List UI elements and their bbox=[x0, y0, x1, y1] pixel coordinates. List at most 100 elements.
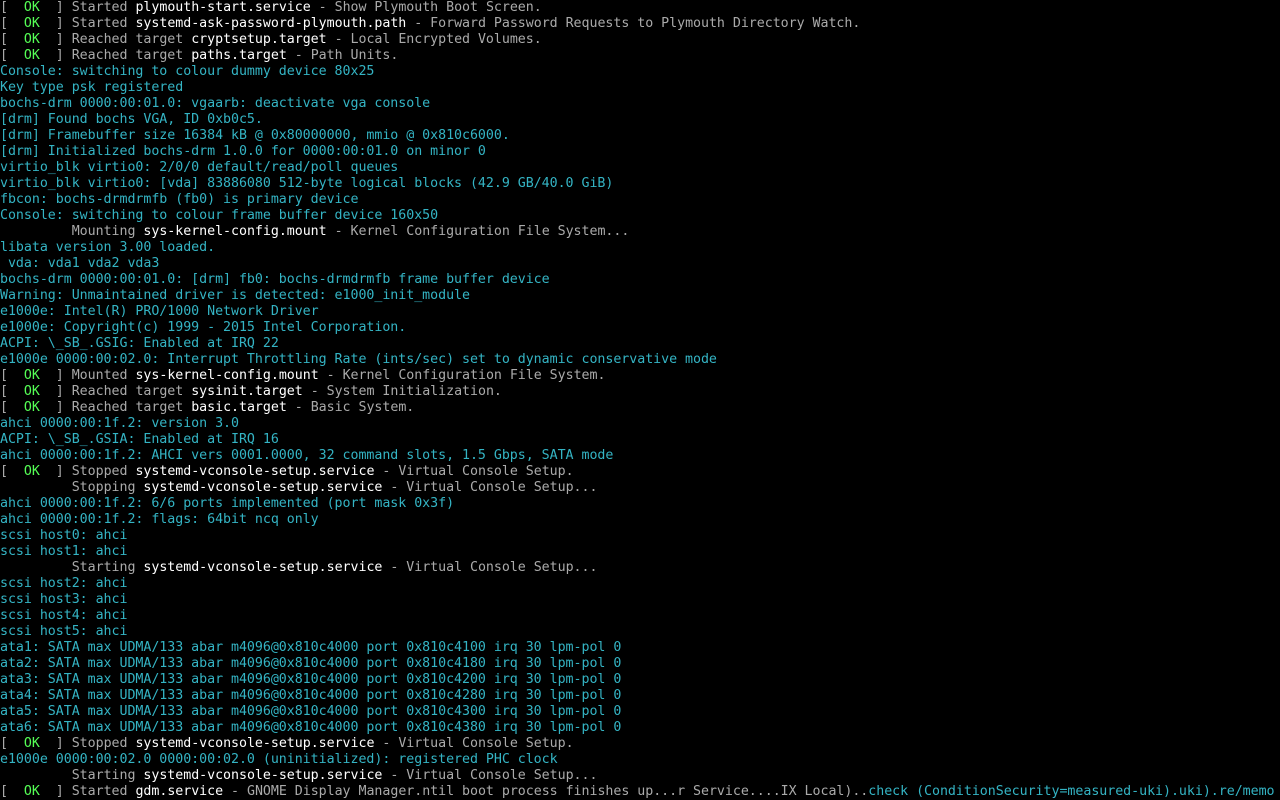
console-line: ahci 0000:00:1f.2: version 3.0 bbox=[0, 416, 1280, 432]
kernel-message: scsi host2: ahci bbox=[0, 576, 128, 591]
kernel-message: libata version 3.00 loaded. bbox=[0, 240, 216, 255]
unit-name: systemd-vconsole-setup.service bbox=[143, 480, 383, 495]
status-bracket-open: [ bbox=[0, 784, 24, 799]
console-line: Console: switching to colour frame buffe… bbox=[0, 208, 1280, 224]
console-line: [ OK ] Started gdm.service - GNOME Displ… bbox=[0, 784, 1280, 800]
console-line: [ OK ] Reached target basic.target - Bas… bbox=[0, 400, 1280, 416]
status-bracket-close: ] bbox=[39, 464, 72, 479]
unit-name: systemd-vconsole-setup.service bbox=[143, 768, 383, 783]
status-bracket-open: [ bbox=[0, 464, 24, 479]
status-ok: OK bbox=[23, 368, 40, 383]
kernel-message: virtio_blk virtio0: [vda] 83886080 512-b… bbox=[0, 176, 614, 191]
status-ok: OK bbox=[23, 384, 40, 399]
kernel-message: scsi host5: ahci bbox=[0, 624, 128, 639]
kernel-message: vda: vda1 vda2 vda3 bbox=[0, 256, 160, 271]
kernel-message: ACPI: \_SB_.GSIA: Enabled at IRQ 16 bbox=[0, 432, 279, 447]
kernel-message: Warning: Unmaintained driver is detected… bbox=[0, 288, 470, 303]
status-bracket-open: [ bbox=[0, 368, 24, 383]
console-line: vda: vda1 vda2 vda3 bbox=[0, 256, 1280, 272]
unit-description: - Basic System. bbox=[286, 400, 415, 415]
status-bracket-close: ] bbox=[39, 16, 72, 31]
unit-description: - Virtual Console Setup. bbox=[374, 464, 574, 479]
console-line: ahci 0000:00:1f.2: flags: 64bit ncq only bbox=[0, 512, 1280, 528]
console-line: scsi host0: ahci bbox=[0, 528, 1280, 544]
unit-name: plymouth-start.service bbox=[135, 0, 311, 15]
action-indent bbox=[0, 560, 72, 575]
status-bracket-open: [ bbox=[0, 16, 24, 31]
unit-name: systemd-vconsole-setup.service bbox=[135, 736, 375, 751]
overflow-text: check (ConditionSecurity=measured-uki).u… bbox=[868, 784, 1275, 799]
kernel-message: [drm] Framebuffer size 16384 kB @ 0x8000… bbox=[0, 128, 510, 143]
kernel-message: ahci 0000:00:1f.2: version 3.0 bbox=[0, 416, 239, 431]
unit-description: - Forward Password Requests to Plymouth … bbox=[406, 16, 861, 31]
kernel-message: ahci 0000:00:1f.2: flags: 64bit ncq only bbox=[0, 512, 319, 527]
unit-description: - Kernel Configuration File System... bbox=[326, 224, 630, 239]
unit-name: cryptsetup.target bbox=[191, 32, 327, 47]
console-line: ata3: SATA max UDMA/133 abar m4096@0x810… bbox=[0, 672, 1280, 688]
kernel-message: ata6: SATA max UDMA/133 abar m4096@0x810… bbox=[0, 720, 622, 735]
console-line: Stopping systemd-vconsole-setup.service … bbox=[0, 480, 1280, 496]
kernel-message: bochs-drm 0000:00:01.0: vgaarb: deactiva… bbox=[0, 96, 431, 111]
action-indent bbox=[0, 480, 72, 495]
action-verb: Starting bbox=[71, 560, 144, 575]
unit-description: - Virtual Console Setup. bbox=[374, 736, 574, 751]
console-line: fbcon: bochs-drmdrmfb (fb0) is primary d… bbox=[0, 192, 1280, 208]
console-line: bochs-drm 0000:00:01.0: vgaarb: deactiva… bbox=[0, 96, 1280, 112]
unit-name: gdm.service bbox=[135, 784, 224, 799]
kernel-message: scsi host0: ahci bbox=[0, 528, 128, 543]
kernel-message: [drm] Found bochs VGA, ID 0xb0c5. bbox=[0, 112, 263, 127]
console-line: virtio_blk virtio0: [vda] 83886080 512-b… bbox=[0, 176, 1280, 192]
kernel-message: e1000e 0000:00:02.0: Interrupt Throttlin… bbox=[0, 352, 717, 367]
console-line: scsi host4: ahci bbox=[0, 608, 1280, 624]
kernel-message: scsi host3: ahci bbox=[0, 592, 128, 607]
unit-name: systemd-vconsole-setup.service bbox=[135, 464, 375, 479]
status-verb: Reached target bbox=[71, 32, 192, 47]
kernel-message: ata1: SATA max UDMA/133 abar m4096@0x810… bbox=[0, 640, 622, 655]
action-indent bbox=[0, 768, 72, 783]
console-line: ata5: SATA max UDMA/133 abar m4096@0x810… bbox=[0, 704, 1280, 720]
console-line: [drm] Framebuffer size 16384 kB @ 0x8000… bbox=[0, 128, 1280, 144]
status-verb: Stopped bbox=[71, 736, 136, 751]
status-bracket-close: ] bbox=[39, 368, 72, 383]
action-verb: Starting bbox=[71, 768, 144, 783]
kernel-message: scsi host1: ahci bbox=[0, 544, 128, 559]
console-line: ACPI: \_SB_.GSIA: Enabled at IRQ 16 bbox=[0, 432, 1280, 448]
console-line: e1000e 0000:00:02.0: Interrupt Throttlin… bbox=[0, 352, 1280, 368]
status-bracket-close: ] bbox=[39, 32, 72, 47]
console-line: scsi host2: ahci bbox=[0, 576, 1280, 592]
unit-description: - Kernel Configuration File System. bbox=[318, 368, 606, 383]
status-ok: OK bbox=[23, 16, 40, 31]
console-line: ata1: SATA max UDMA/133 abar m4096@0x810… bbox=[0, 640, 1280, 656]
console-line: bochs-drm 0000:00:01.0: [drm] fb0: bochs… bbox=[0, 272, 1280, 288]
kernel-message: e1000e: Copyright(c) 1999 - 2015 Intel C… bbox=[0, 320, 407, 335]
status-bracket-close: ] bbox=[39, 48, 72, 63]
kernel-message: ahci 0000:00:1f.2: AHCI vers 0001.0000, … bbox=[0, 448, 614, 463]
kernel-message: ahci 0000:00:1f.2: 6/6 ports implemented… bbox=[0, 496, 455, 511]
console-line: [ OK ] Reached target paths.target - Pat… bbox=[0, 48, 1280, 64]
console-line: Console: switching to colour dummy devic… bbox=[0, 64, 1280, 80]
console-line: [ OK ] Started plymouth-start.service - … bbox=[0, 0, 1280, 16]
unit-name: basic.target bbox=[191, 400, 287, 415]
status-ok: OK bbox=[23, 0, 40, 15]
status-bracket-open: [ bbox=[0, 32, 24, 47]
kernel-message: virtio_blk virtio0: 2/0/0 default/read/p… bbox=[0, 160, 399, 175]
console-line: ACPI: \_SB_.GSIG: Enabled at IRQ 22 bbox=[0, 336, 1280, 352]
status-ok: OK bbox=[23, 784, 40, 799]
unit-description: - Show Plymouth Boot Screen. bbox=[310, 0, 542, 15]
unit-description: - System Initialization. bbox=[302, 384, 502, 399]
console-line: e1000e: Intel(R) PRO/1000 Network Driver bbox=[0, 304, 1280, 320]
kernel-message: Key type psk registered bbox=[0, 80, 184, 95]
console-line: ata2: SATA max UDMA/133 abar m4096@0x810… bbox=[0, 656, 1280, 672]
status-verb: Reached target bbox=[71, 48, 192, 63]
kernel-message: ata4: SATA max UDMA/133 abar m4096@0x810… bbox=[0, 688, 622, 703]
status-ok: OK bbox=[23, 48, 40, 63]
console-line: Starting systemd-vconsole-setup.service … bbox=[0, 560, 1280, 576]
status-verb: Started bbox=[71, 784, 136, 799]
status-bracket-close: ] bbox=[39, 400, 72, 415]
console-line: ata4: SATA max UDMA/133 abar m4096@0x810… bbox=[0, 688, 1280, 704]
unit-description: - Virtual Console Setup... bbox=[382, 560, 598, 575]
unit-name: paths.target bbox=[191, 48, 287, 63]
console-line: [ OK ] Reached target sysinit.target - S… bbox=[0, 384, 1280, 400]
console-line: [ OK ] Mounted sys-kernel-config.mount -… bbox=[0, 368, 1280, 384]
console-line: Mounting sys-kernel-config.mount - Kerne… bbox=[0, 224, 1280, 240]
